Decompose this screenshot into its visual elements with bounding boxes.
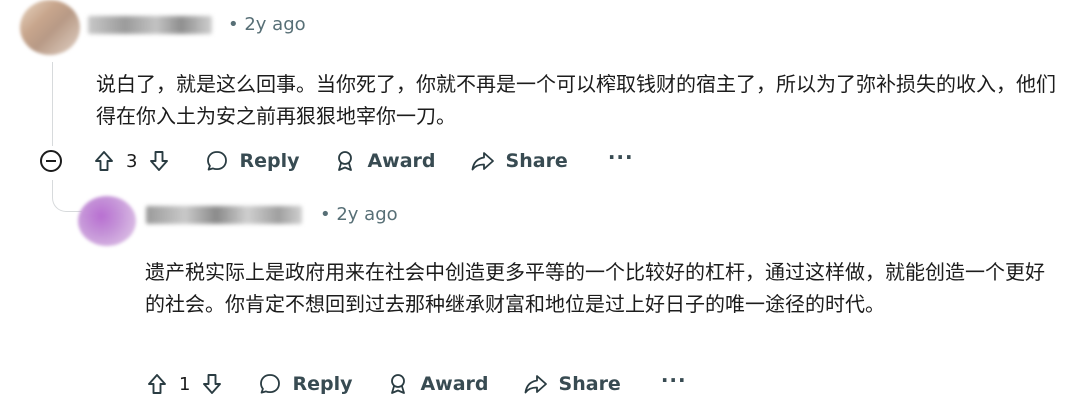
avatar[interactable] bbox=[78, 196, 136, 246]
share-label: Share bbox=[558, 373, 621, 395]
award-button[interactable]: Award bbox=[333, 149, 436, 173]
award-button[interactable]: Award bbox=[386, 372, 489, 396]
comment-timestamp: • 2y ago bbox=[320, 204, 398, 225]
minus-circle-icon bbox=[46, 160, 56, 162]
award-ribbon-icon bbox=[391, 374, 406, 394]
vote-controls: 1 bbox=[145, 372, 224, 396]
reply-button[interactable]: Reply bbox=[205, 149, 299, 173]
collapse-thread-button[interactable] bbox=[40, 150, 62, 172]
thread-line bbox=[52, 62, 53, 146]
speech-bubble-icon bbox=[260, 374, 281, 394]
vote-count: 3 bbox=[126, 150, 138, 172]
comment-timestamp: • 2y ago bbox=[228, 14, 306, 35]
share-label: Share bbox=[505, 150, 568, 172]
arrow-up-icon[interactable] bbox=[145, 372, 169, 396]
avatar[interactable] bbox=[20, 0, 80, 55]
comment-thread: • 2y ago 说白了，就是这么回事。当你死了，你就不再是一个可以榨取钱财的宿… bbox=[0, 0, 1080, 410]
username-blurred[interactable] bbox=[88, 16, 212, 34]
share-arrow-icon bbox=[524, 375, 547, 394]
award-label: Award bbox=[420, 373, 489, 395]
comment-action-bar: 1 Reply Award Share ··· bbox=[145, 364, 687, 404]
arrow-down-icon[interactable] bbox=[147, 149, 171, 173]
reply-label: Reply bbox=[292, 373, 353, 395]
share-button[interactable]: Share bbox=[523, 372, 621, 396]
comment-body: 说白了，就是这么回事。当你死了，你就不再是一个可以榨取钱财的宿主了，所以为了弥补… bbox=[96, 72, 1056, 128]
arrow-down-icon[interactable] bbox=[200, 372, 224, 396]
vote-controls: 3 bbox=[92, 149, 171, 173]
comment-action-bar: 3 Reply Award Share ··· bbox=[40, 141, 634, 181]
reply-button[interactable]: Reply bbox=[258, 372, 352, 396]
username-blurred[interactable] bbox=[146, 206, 302, 224]
reply-connector-line bbox=[52, 180, 82, 212]
more-options-button[interactable]: ··· bbox=[661, 368, 687, 392]
share-button[interactable]: Share bbox=[470, 149, 568, 173]
comment-body: 遗产税实际上是政府用来在社会中创造更多平等的一个比较好的杠杆，通过这样做，就能创… bbox=[145, 260, 1045, 316]
share-arrow-icon bbox=[471, 152, 494, 171]
award-ribbon-icon bbox=[338, 151, 353, 171]
vote-count: 1 bbox=[179, 373, 191, 395]
award-label: Award bbox=[367, 150, 436, 172]
reply-label: Reply bbox=[239, 150, 300, 172]
arrow-up-icon[interactable] bbox=[92, 149, 116, 173]
more-options-button[interactable]: ··· bbox=[608, 145, 634, 169]
speech-bubble-icon bbox=[207, 151, 228, 171]
